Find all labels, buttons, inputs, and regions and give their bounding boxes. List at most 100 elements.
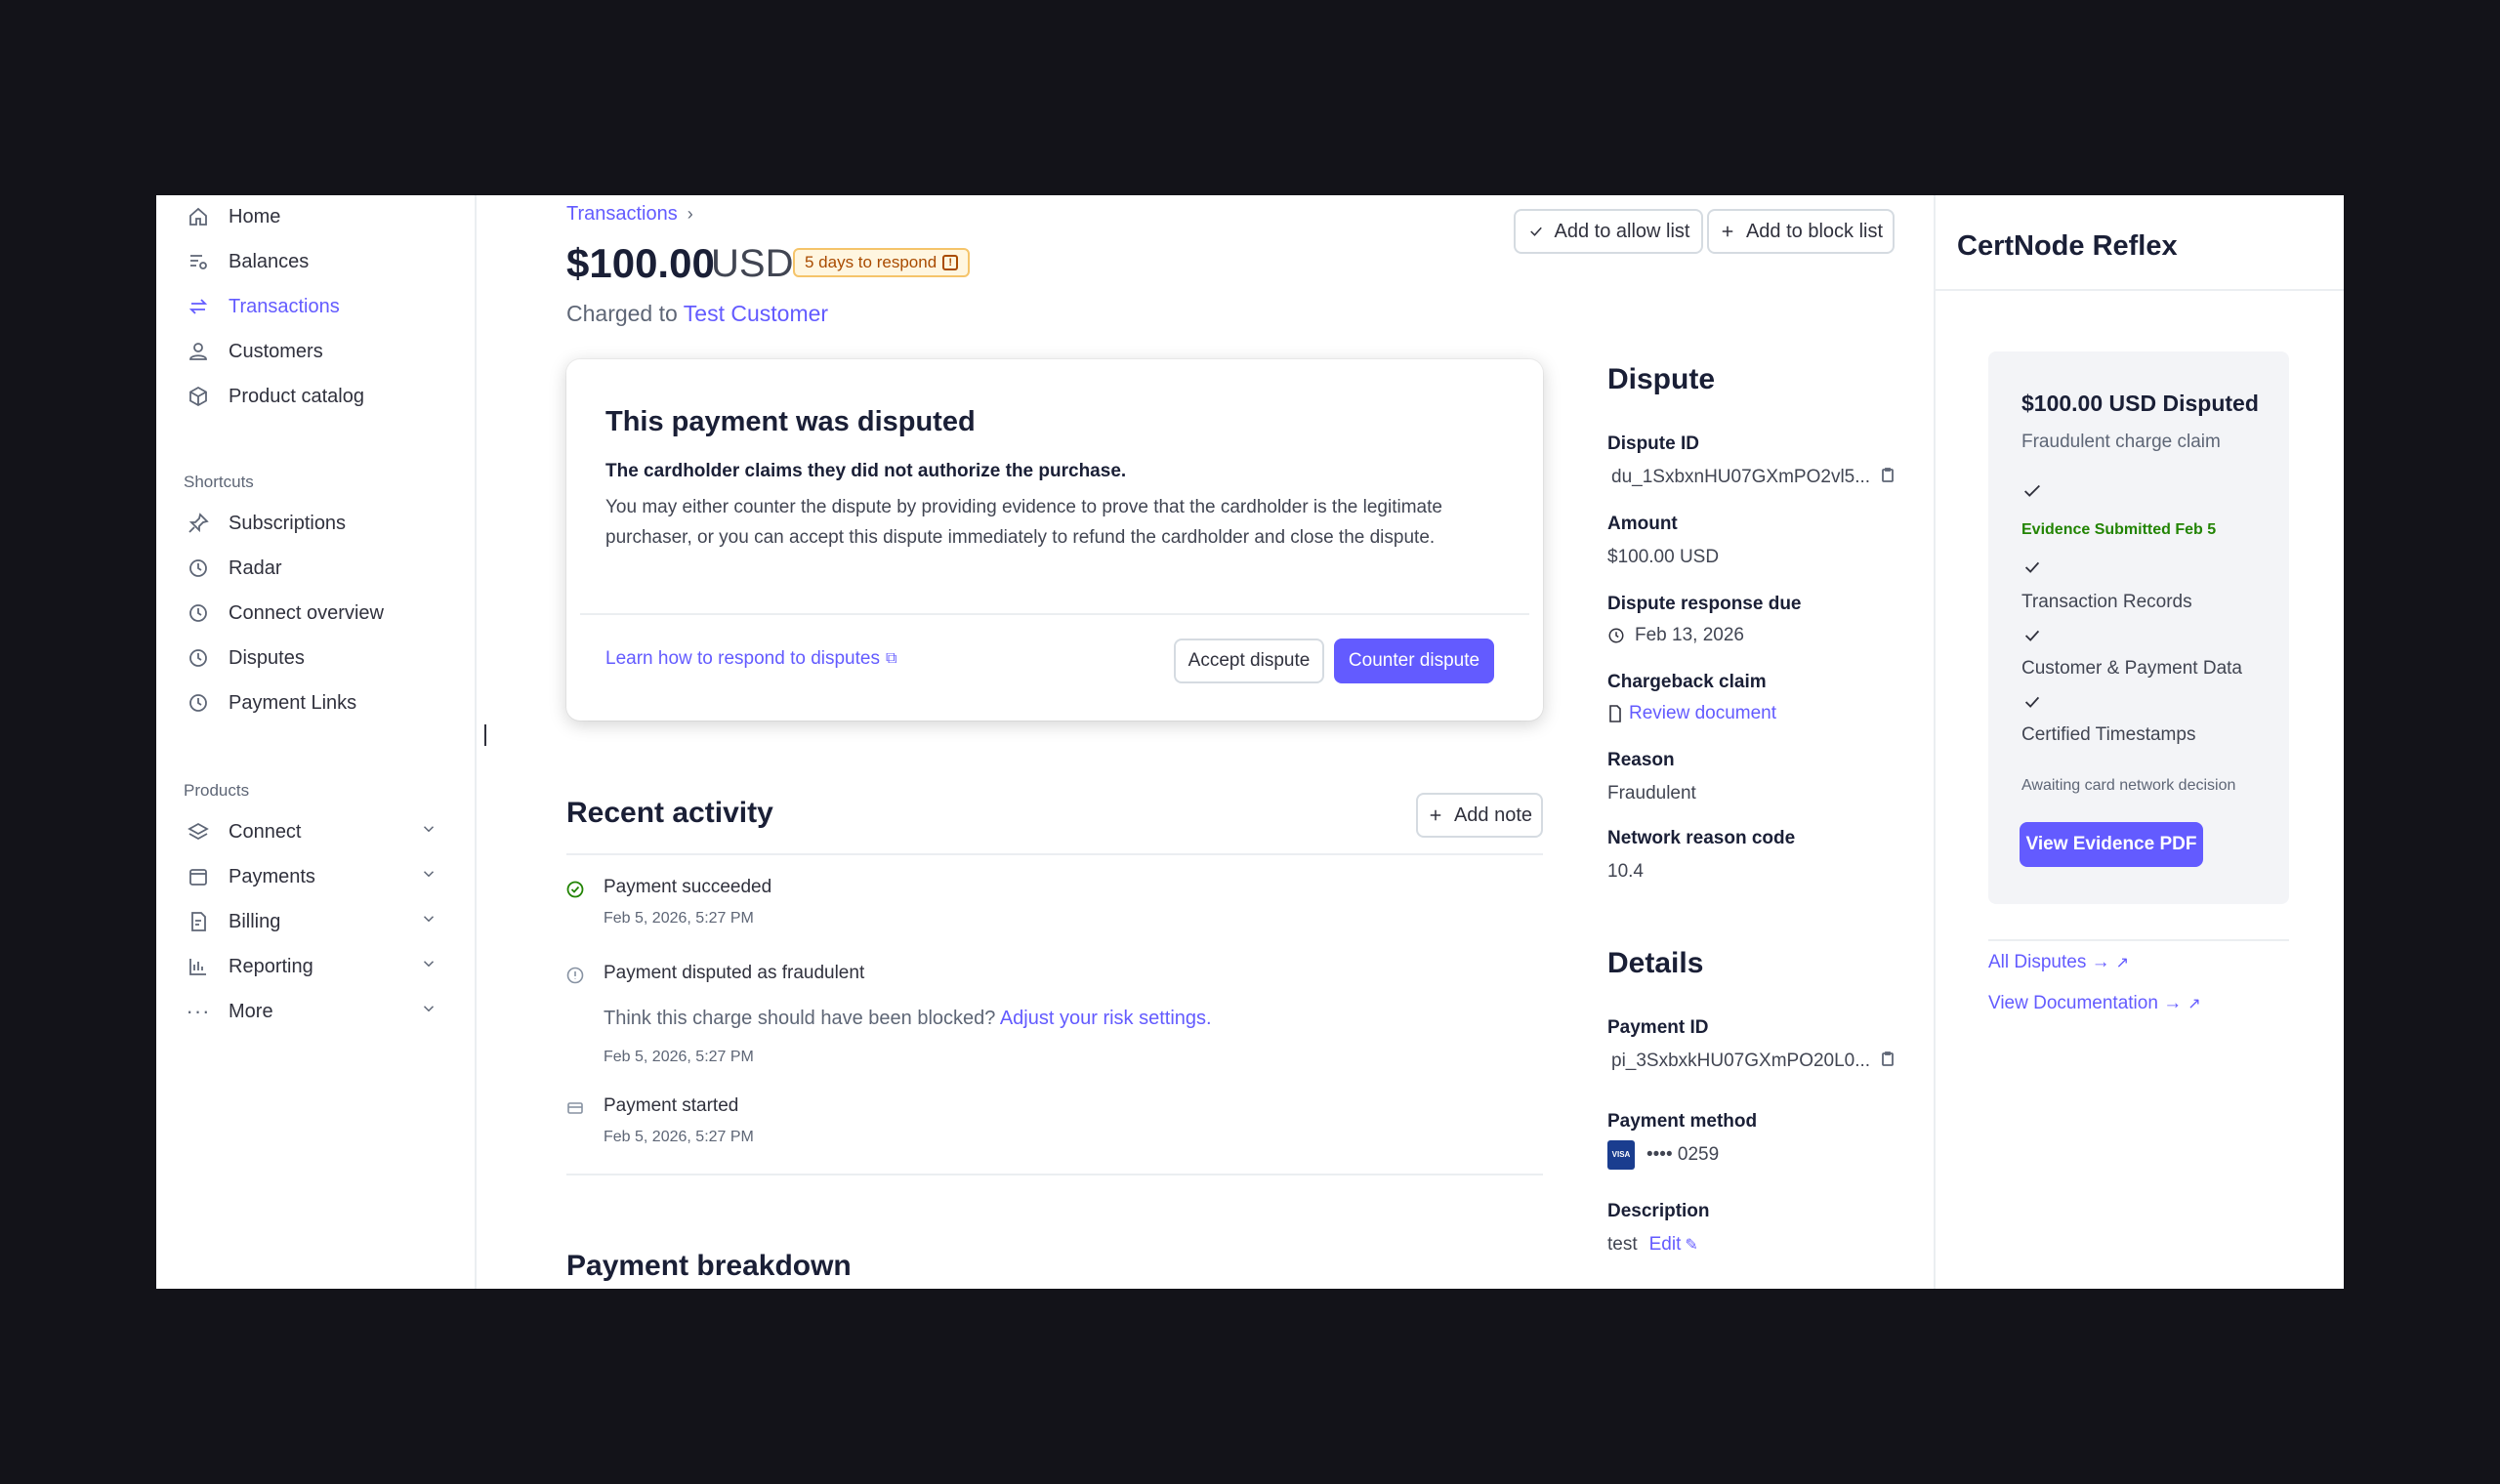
learn-dispute-link[interactable]: Learn how to respond to disputes ⧉ [605,648,896,670]
success-check-icon [566,881,584,898]
payment-id-row: pi_3SxbxkHU07GXmPO20L0... [1611,1051,1896,1072]
chevron-down-icon[interactable] [420,865,441,886]
response-due-row: Feb 13, 2026 [1607,625,1744,646]
payments-icon [186,864,211,889]
sidebar-item-transactions[interactable]: Transactions [186,287,340,326]
card-icon [567,1102,583,1114]
counter-dispute-button[interactable]: Counter dispute [1334,639,1494,683]
check-icon [2021,625,2043,646]
chargeback-claim-label: Chargeback claim [1607,672,1767,692]
check-icon [1529,227,1542,236]
clock-icon [1608,628,1624,643]
panel-header: CertNode Reflex [1936,195,2344,291]
card-last4: •••• 0259 [1646,1144,1720,1165]
edit-description-link[interactable]: Edit ✎ [1649,1234,1698,1256]
sidebar-item-label: Billing [229,910,281,932]
amount-label: Amount [1607,514,1678,534]
clock-icon [186,600,211,626]
sidebar-item-subscriptions[interactable]: Subscriptions [186,504,346,543]
activity-title: Payment succeeded [604,877,772,897]
external-link-icon: ↗ [2188,996,2201,1012]
sidebar-item-connect-overview[interactable]: Connect overview [186,594,384,633]
breadcrumb-link[interactable]: Transactions [566,203,678,226]
network-reason-code-link[interactable]: 10.4 [1607,861,1644,883]
dispute-id-label: Dispute ID [1607,433,1699,454]
review-document-link[interactable]: Review document [1607,703,1776,724]
review-document-label: Review document [1629,703,1777,723]
dispute-section-title: Dispute [1607,363,1716,395]
view-documentation-label: View Documentation → [1988,993,2183,1013]
visa-card-icon: VISA [1607,1140,1635,1170]
sidebar-item-label: Reporting [229,955,313,977]
sidebar-item-reporting[interactable]: Reporting [186,947,459,986]
sidebar-item-connect[interactable]: Connect [186,812,459,851]
all-disputes-link[interactable]: All Disputes → ↗ [1988,943,2129,982]
chevron-right-icon: › [687,204,693,224]
copy-icon[interactable] [1880,467,1896,488]
alert-icon: ! [942,255,959,270]
activity-list: Payment succeeded Feb 5, 2026, 5:27 PM P… [566,873,1543,1116]
breadcrumb[interactable]: Transactions › [566,203,693,226]
main-content: Transactions › $100.00 USD 5 days to res… [566,195,2090,1289]
pencil-icon: ✎ [1685,1237,1698,1254]
sidebar-item-payment-links[interactable]: Payment Links [186,683,356,722]
respond-badge: 5 days to respond ! [793,248,971,277]
sidebar: Home Balances Transactions Customers Pro… [156,195,477,1289]
sidebar-item-label: Balances [229,250,310,272]
activity-note-text: Think this charge should have been block… [604,1008,996,1029]
activity-time: Feb 5, 2026, 5:27 PM [604,1129,754,1145]
sidebar-item-product-catalog[interactable]: Product catalog [186,377,364,416]
description-row: test Edit ✎ [1607,1234,1698,1256]
clock-icon [186,645,211,671]
connect-icon [186,819,211,845]
page-title-amount: $100.00 [566,240,715,286]
certnode-reflex-panel: CertNode Reflex $100.00 USD Disputed Fra… [1934,195,2344,1289]
sidebar-item-customers[interactable]: Customers [186,332,323,371]
risk-settings-link[interactable]: Adjust your risk settings. [1000,1008,1212,1029]
products-label: Products [184,781,250,800]
add-note-button[interactable]: Add note [1416,793,1543,838]
view-documentation-link[interactable]: View Documentation → ↗ [1988,984,2201,1023]
sidebar-item-disputes[interactable]: Disputes [186,639,305,678]
resize-handle[interactable] [484,724,486,746]
page-title-currency: USD [711,242,794,285]
sidebar-item-label: Subscriptions [229,512,347,534]
reason-label: Reason [1607,750,1675,770]
sidebar-item-label: Customers [229,340,323,362]
view-evidence-pdf-button[interactable]: View Evidence PDF [2020,822,2203,867]
payment-method-label: Payment method [1607,1111,1758,1132]
sidebar-item-balances[interactable]: Balances [186,242,309,281]
customers-icon [186,339,211,364]
shortcuts-label: Shortcuts [184,473,254,491]
info-icon [566,967,584,984]
sidebar-item-billing[interactable]: Billing [186,902,459,941]
activity-title: Payment disputed as fraudulent [604,963,865,983]
transactions-icon [186,294,211,319]
description-label: Description [1607,1201,1710,1221]
charged-to: Charged to Test Customer [566,301,828,327]
recent-activity-title: Recent activity [566,797,773,829]
chevron-down-icon[interactable] [420,910,441,931]
payment-method-row: VISA •••• 0259 [1607,1140,1719,1170]
plus-icon [1430,809,1441,821]
dispute-card: This payment was disputed The cardholder… [566,359,1543,721]
chevron-down-icon[interactable] [420,1000,441,1021]
response-due-label: Dispute response due [1607,594,1802,614]
sidebar-item-home[interactable]: Home [186,197,280,236]
chevron-down-icon[interactable] [420,955,441,976]
sidebar-item-payments[interactable]: Payments [186,857,459,896]
badge-text: 5 days to respond [805,253,938,271]
reason-value-link[interactable]: Fraudulent [1607,783,1696,804]
pin-icon [186,511,211,536]
balances-icon [186,249,211,274]
accept-dispute-button[interactable]: Accept dispute [1174,639,1324,683]
customer-link[interactable]: Test Customer [684,301,828,326]
sidebar-item-radar[interactable]: Radar [186,549,281,588]
external-link-icon: ↗ [2115,955,2130,971]
chevron-down-icon[interactable] [420,820,441,842]
evidence-item: Transaction Records [2021,592,2192,612]
sidebar-item-label: Home [229,205,281,227]
sidebar-item-more[interactable]: ··· More [186,992,459,1031]
divider [1988,939,2289,941]
copy-icon[interactable] [1880,1051,1896,1072]
